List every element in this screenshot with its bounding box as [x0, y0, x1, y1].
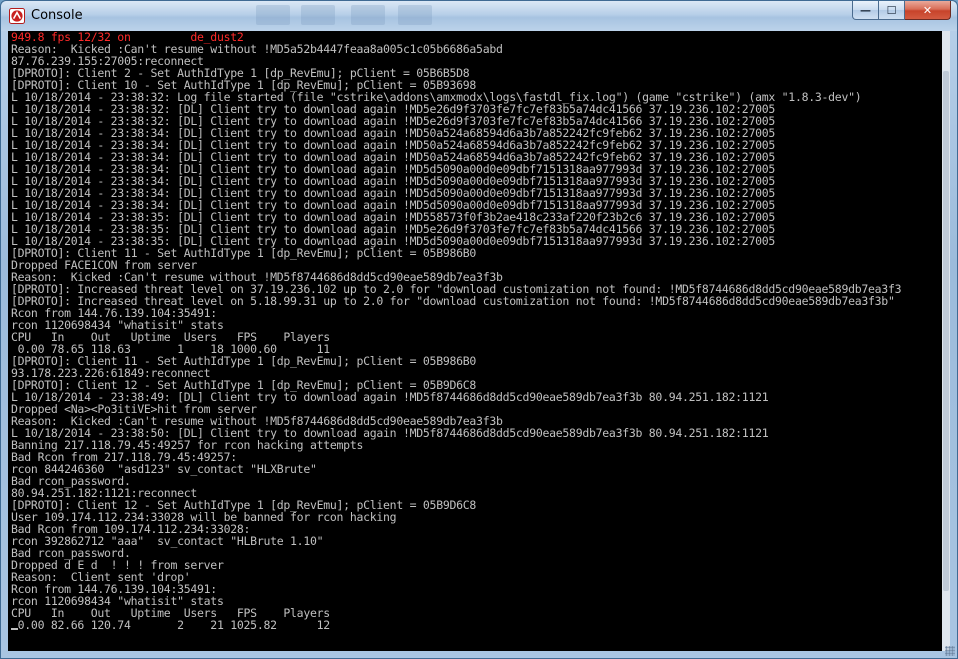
ghost-toolbar-icon: [351, 5, 385, 25]
console-line: rcon 844246360 "asd123" sv_contact "HLXB…: [11, 462, 317, 476]
ghost-toolbar-icon: [398, 5, 432, 25]
vertical-scrollbar[interactable]: [942, 31, 950, 651]
console-lines: Reason: Kicked :Can't resume without !MD…: [11, 43, 902, 632]
close-icon: ✕: [922, 3, 933, 17]
close-button[interactable]: ✕: [905, 1, 951, 20]
maximize-icon: ☐: [886, 3, 897, 17]
app-icon: [9, 8, 25, 24]
console-line: 0.00 82.66 120.74 2 21 1025.82 12: [11, 618, 331, 632]
console-window: Console — ☐ ✕ 949.8 fps 12/32 on de_dust…: [0, 0, 958, 659]
console-text: 949.8 fps 12/32 on de_dust2 Reason: Kicke…: [11, 31, 902, 632]
resize-grip-icon[interactable]: [945, 646, 955, 656]
window-title: Console: [31, 8, 83, 23]
maximize-button[interactable]: ☐: [879, 1, 905, 20]
scrollbar-thumb[interactable]: [943, 71, 949, 591]
console-output-area[interactable]: 949.8 fps 12/32 on de_dust2 Reason: Kicke…: [8, 31, 943, 651]
text-cursor: [11, 628, 18, 630]
minimize-icon: —: [860, 3, 871, 17]
console-line: rcon 392862712 "aaa" sv_contact "HLBrute…: [11, 534, 324, 548]
title-bar[interactable]: Console — ☐ ✕: [1, 1, 957, 31]
ghost-toolbar-icon: [301, 5, 335, 25]
window-controls: — ☐ ✕: [852, 1, 951, 21]
ghost-toolbar-icon: [256, 5, 290, 25]
minimize-button[interactable]: —: [852, 1, 879, 20]
